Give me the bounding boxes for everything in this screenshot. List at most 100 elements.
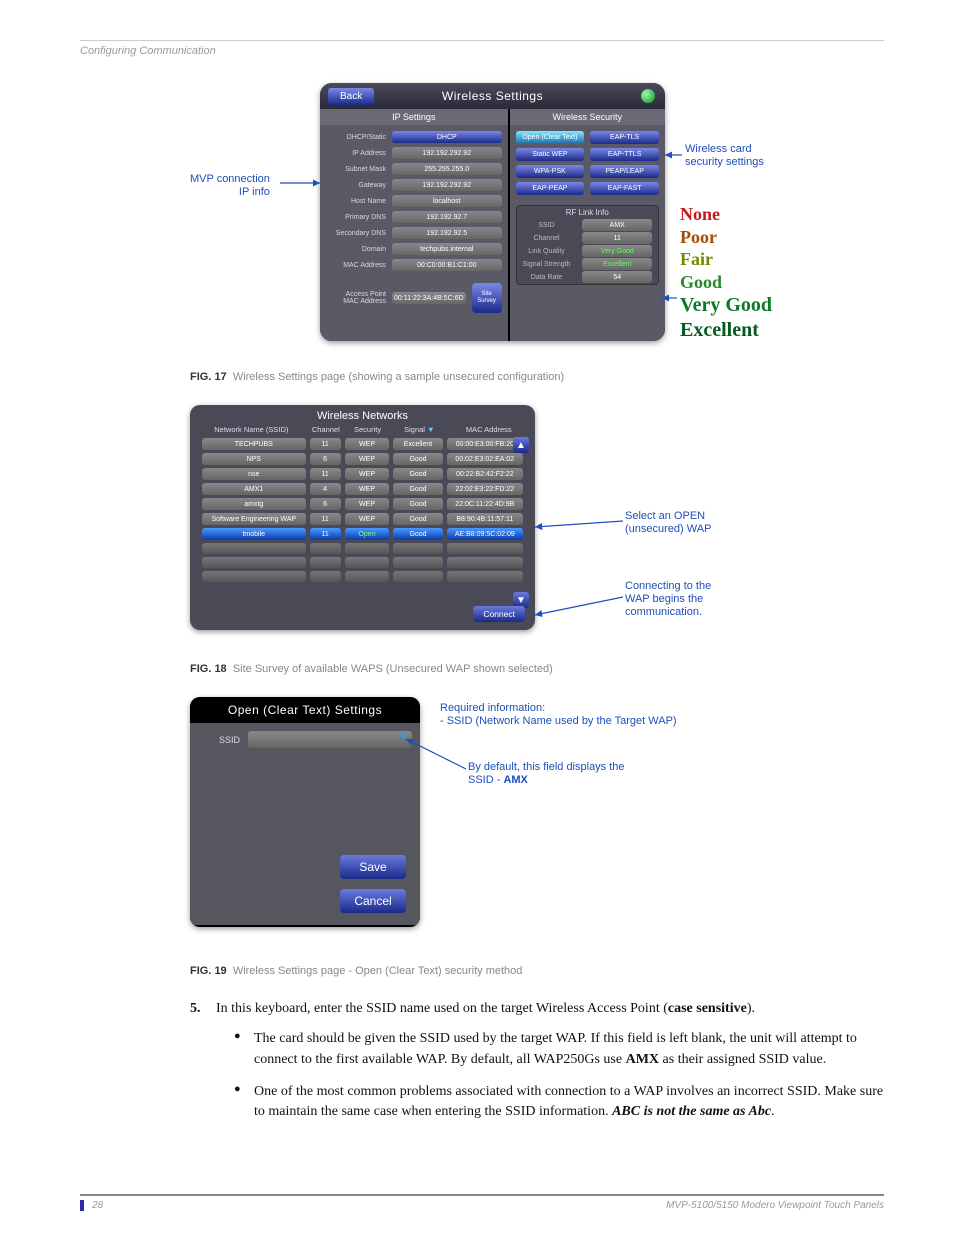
mask-field[interactable]: 255.255.255.0 (392, 163, 502, 175)
cell-channel: 11 (310, 513, 341, 525)
rf-channel-label: Channel (517, 232, 577, 245)
security-eap-fast-button[interactable]: EAP-FAST (590, 182, 659, 195)
cell-signal: Good (393, 483, 442, 495)
cell-signal: Good (393, 468, 442, 480)
cell-ssid: AMX1 (202, 483, 306, 495)
table-row[interactable]: Software Engineering WAP 11 WEPGood B8:90:4… (196, 513, 529, 525)
table-row[interactable]: tmobile11OpenGoodAE:B8:09:5C:02:09 (196, 528, 529, 540)
scale-excellent: Excellent (680, 318, 772, 343)
cancel-button[interactable]: Cancel (340, 889, 406, 913)
cell-mac: 22:02:E3:22:FD:22 (447, 483, 523, 495)
table-row-empty (196, 571, 529, 582)
callout-required-info: Required information:- SSID (Network Nam… (440, 702, 677, 728)
cell-mac: 00:00:E3:00:FB:20 (447, 438, 523, 450)
callout-default-ssid: By default, this field displays the SSID… (468, 761, 625, 787)
col-channel: Channel (311, 425, 341, 434)
running-header: Configuring Communication (80, 40, 884, 57)
cell-ssid: nse (202, 468, 306, 480)
figure-17: Back Wireless Settings IP Settings DHCP/… (80, 83, 884, 363)
security-wpa-psk-button[interactable]: WPA-PSK (516, 165, 585, 178)
security-peap-leap-button[interactable]: PEAP/LEAP (590, 165, 659, 178)
domain-field[interactable]: techpubs.internal (392, 243, 502, 255)
pdns-field[interactable]: 192.192.92.7 (392, 211, 502, 223)
site-survey-button[interactable]: Site Survey (472, 283, 502, 313)
wn-table-header: Network Name (SSID) Channel Security Sig… (190, 425, 535, 434)
dhcp-button[interactable]: DHCP (392, 131, 502, 143)
security-static-wep-button[interactable]: Static WEP (516, 148, 585, 161)
table-row[interactable]: nse11WEPGood00:22:B2:42:F2:22 (196, 468, 529, 480)
security-eap-ttls-button[interactable]: EAP-TTLS (590, 148, 659, 161)
ap-mac-label: Access Point MAC Address (326, 291, 386, 305)
cell-ssid: tmobile (202, 528, 306, 540)
cell-signal: Good (393, 513, 442, 525)
cell-ssid: Software Engineering WAP (202, 513, 306, 525)
page-number: 28 (80, 1200, 103, 1211)
cell-channel: 6 (310, 498, 341, 510)
mac-label: MAC Address (326, 262, 386, 269)
table-row[interactable]: TECHPUBS11WEPExcellent00:00:E3:00:FB:20 (196, 438, 529, 450)
cell-security: Open (345, 528, 390, 540)
security-eap-tls-button[interactable]: EAP-TLS (590, 131, 659, 144)
ct-title: Open (Clear Text) Settings (190, 697, 420, 723)
rf-link-info-box: RF Link Info SSIDAMX Channel11 Link Qual… (516, 205, 659, 285)
wn-title: Wireless Networks (190, 405, 535, 425)
rf-lq-label: Link Quality (517, 245, 577, 258)
cell-mac: 00:02:E3:02:EA:02 (447, 453, 523, 465)
rf-ss-label: Signal Strength (517, 258, 577, 271)
bullet-2: One of the most common problems associat… (234, 1082, 884, 1123)
security-eap-peap-button[interactable]: EAP-PEAP (516, 182, 585, 195)
cell-ssid: NPS (202, 453, 306, 465)
cell-channel: 11 (310, 468, 341, 480)
callout-select-open-wap: Select an OPEN(unsecured) WAP (625, 510, 711, 536)
cell-mac: B8:90:4B:11:57:11 (447, 513, 523, 525)
table-row[interactable]: AMX14WEPGood22:02:E3:22:FD:22 (196, 483, 529, 495)
cell-mac: 00:22:B2:42:F2:22 (447, 468, 523, 480)
wireless-security-header: Wireless Security (510, 109, 665, 125)
ssid-label: SSID (198, 735, 240, 745)
cell-signal: Excellent (393, 438, 442, 450)
rf-link-header: RF Link Info (517, 206, 658, 219)
callout-connecting: Connecting to the WAP begins the communi… (625, 580, 711, 620)
cell-mac: 22:0C:11:22:4D:9B (447, 498, 523, 510)
gw-label: Gateway (326, 182, 386, 189)
status-led-icon (641, 89, 655, 103)
rf-channel-value: 11 (582, 232, 652, 244)
callout-security-settings: Wireless card security settings (685, 143, 764, 169)
wireless-networks-panel: Wireless Networks Network Name (SSID) Ch… (190, 405, 535, 630)
col-signal[interactable]: Signal ▼ (394, 425, 444, 434)
table-row[interactable]: amxtg6WEPGood22:0C:11:22:4D:9B (196, 498, 529, 510)
host-label: Host Name (326, 198, 386, 205)
sdns-field[interactable]: 192.192.92.5 (392, 227, 502, 239)
scroll-up-button[interactable]: ▲ (513, 437, 529, 453)
cell-channel: 11 (310, 438, 341, 450)
connect-button[interactable]: Connect (473, 606, 525, 622)
ip-settings-section: IP Settings DHCP/StaticDHCP IP Address19… (320, 109, 508, 341)
gw-field[interactable]: 192.192.292.92 (392, 179, 502, 191)
ap-mac-field: 00:11:22:3A:4B:5C:6D (392, 292, 466, 304)
footer-title: MVP-5100/5150 Modero Viewpoint Touch Pan… (666, 1200, 884, 1211)
document-page: Configuring Communication Back Wireless … (0, 0, 954, 1235)
clear-text-panel: Open (Clear Text) Settings SSID Save Can… (190, 697, 420, 927)
wireless-security-section: Wireless Security Open (Clear Text) EAP-… (508, 109, 665, 341)
cell-channel: 4 (310, 483, 341, 495)
table-row[interactable]: NPS6WEPGood00:02:E3:02:EA:02 (196, 453, 529, 465)
ssid-input[interactable] (248, 731, 412, 748)
bullet-1: The card should be given the SSID used b… (234, 1029, 884, 1070)
host-field[interactable]: localhost (392, 195, 502, 207)
page-footer: 28 MVP-5100/5150 Modero Viewpoint Touch … (80, 1194, 884, 1211)
figure-17-caption: FIG. 17 Wireless Settings page (showing … (190, 371, 884, 383)
cell-security: WEP (345, 438, 390, 450)
signal-scale-list: None Poor Fair Good Very Good Excellent (680, 203, 772, 343)
back-button[interactable]: Back (328, 88, 374, 105)
scale-none: None (680, 203, 772, 226)
rf-dr-value: 54 (582, 271, 652, 283)
wireless-settings-panel: Back Wireless Settings IP Settings DHCP/… (320, 83, 665, 341)
save-button[interactable]: Save (340, 855, 406, 879)
scale-verygood: Very Good (680, 293, 772, 318)
security-open-button[interactable]: Open (Clear Text) (516, 131, 585, 144)
ip-field[interactable]: 192.192.292.92 (392, 147, 502, 159)
col-mac: MAC Address (448, 425, 529, 434)
cell-security: WEP (345, 513, 390, 525)
scale-good: Good (680, 271, 772, 294)
rf-ssid-label: SSID (517, 219, 577, 232)
